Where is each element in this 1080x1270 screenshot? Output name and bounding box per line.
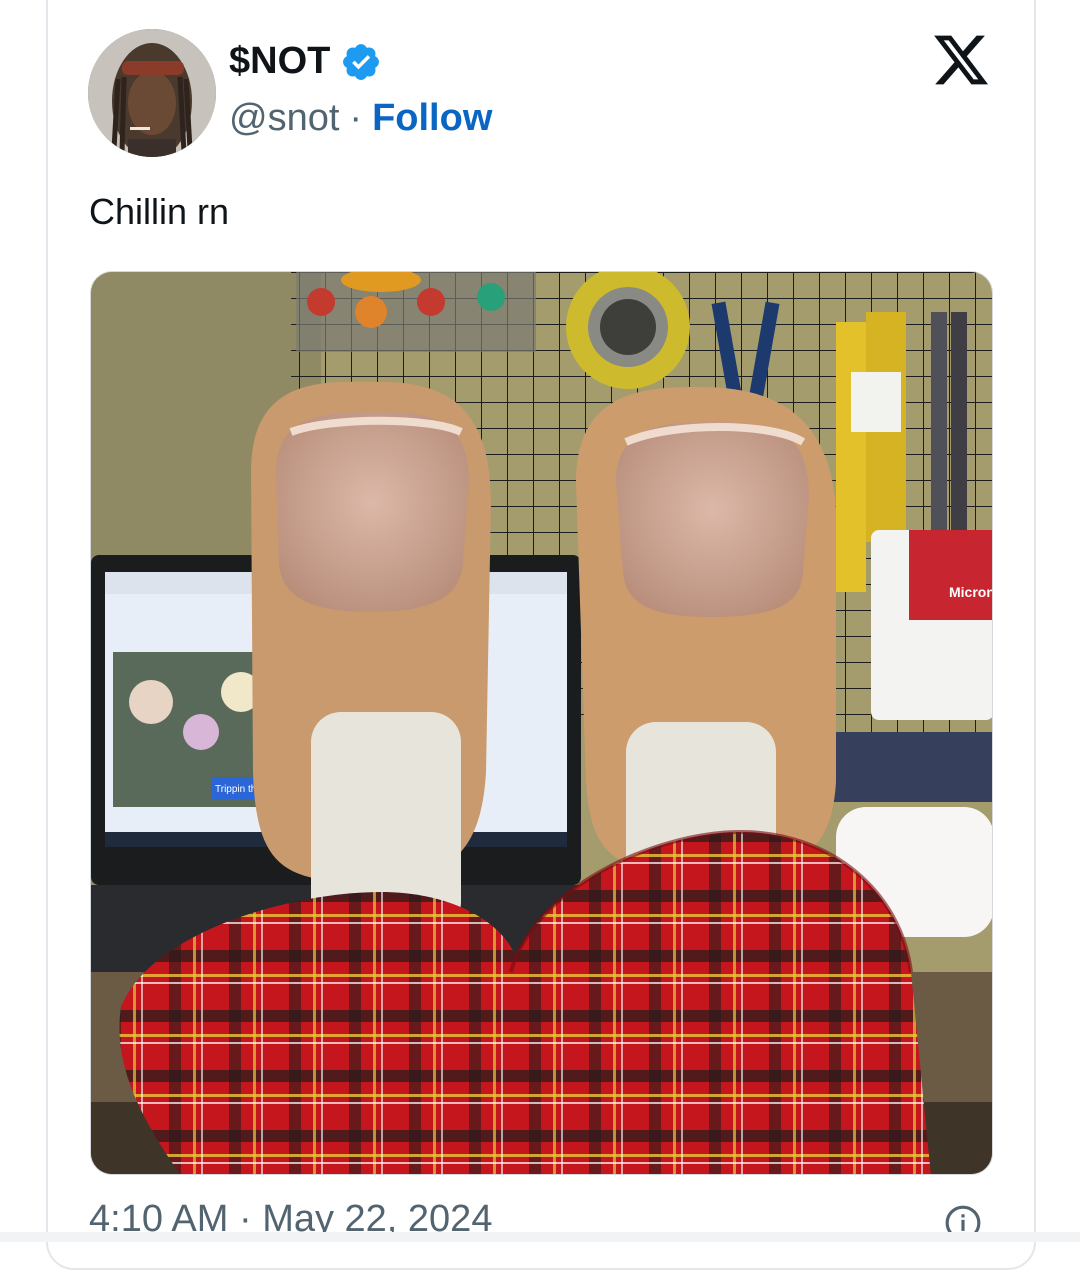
display-name-text: $NOT	[229, 40, 331, 82]
follow-button[interactable]: Follow	[372, 97, 492, 140]
handle[interactable]: @snot	[229, 97, 339, 140]
machine-label: Micron	[949, 584, 993, 600]
verified-badge-icon	[343, 43, 380, 80]
avatar-image	[88, 29, 216, 157]
x-logo-icon[interactable]	[930, 30, 992, 90]
photo-image: Micron Trippin the fr	[91, 272, 993, 1174]
tweet-text: Chillin rn	[89, 191, 230, 232]
display-name[interactable]: $NOT	[229, 40, 382, 83]
separator-dot: ·	[349, 97, 363, 139]
bottom-bar	[0, 1232, 1080, 1242]
handle-row: @snot · Follow	[229, 97, 492, 140]
avatar[interactable]	[88, 29, 216, 157]
tweet-photo[interactable]: Micron Trippin the fr	[90, 271, 993, 1175]
